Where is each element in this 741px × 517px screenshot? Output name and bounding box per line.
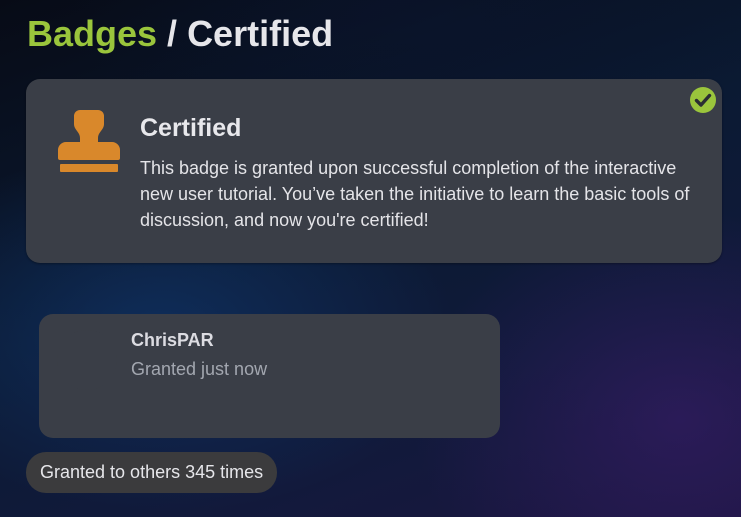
granted-date: Granted just now xyxy=(131,359,268,379)
check-circle-icon xyxy=(690,87,716,113)
breadcrumb-badges-link[interactable]: Badges xyxy=(27,13,157,54)
breadcrumb: Badges / Certified xyxy=(27,12,333,56)
username-link[interactable]: ChrisPAR xyxy=(131,329,214,351)
badge-title: Certified xyxy=(140,114,242,142)
badge-card: Certified This badge is granted upon suc… xyxy=(26,79,722,263)
stamp-icon xyxy=(56,108,122,174)
avatar[interactable] xyxy=(57,330,117,390)
badge-description: This badge is granted upon successful co… xyxy=(140,158,690,230)
breadcrumb-separator: / xyxy=(157,13,188,54)
granted-to-others-button[interactable]: Granted to others 345 times xyxy=(26,452,278,493)
page-title: Certified xyxy=(187,13,334,54)
user-grant-card[interactable]: ChrisPAR Granted just now xyxy=(39,314,500,438)
